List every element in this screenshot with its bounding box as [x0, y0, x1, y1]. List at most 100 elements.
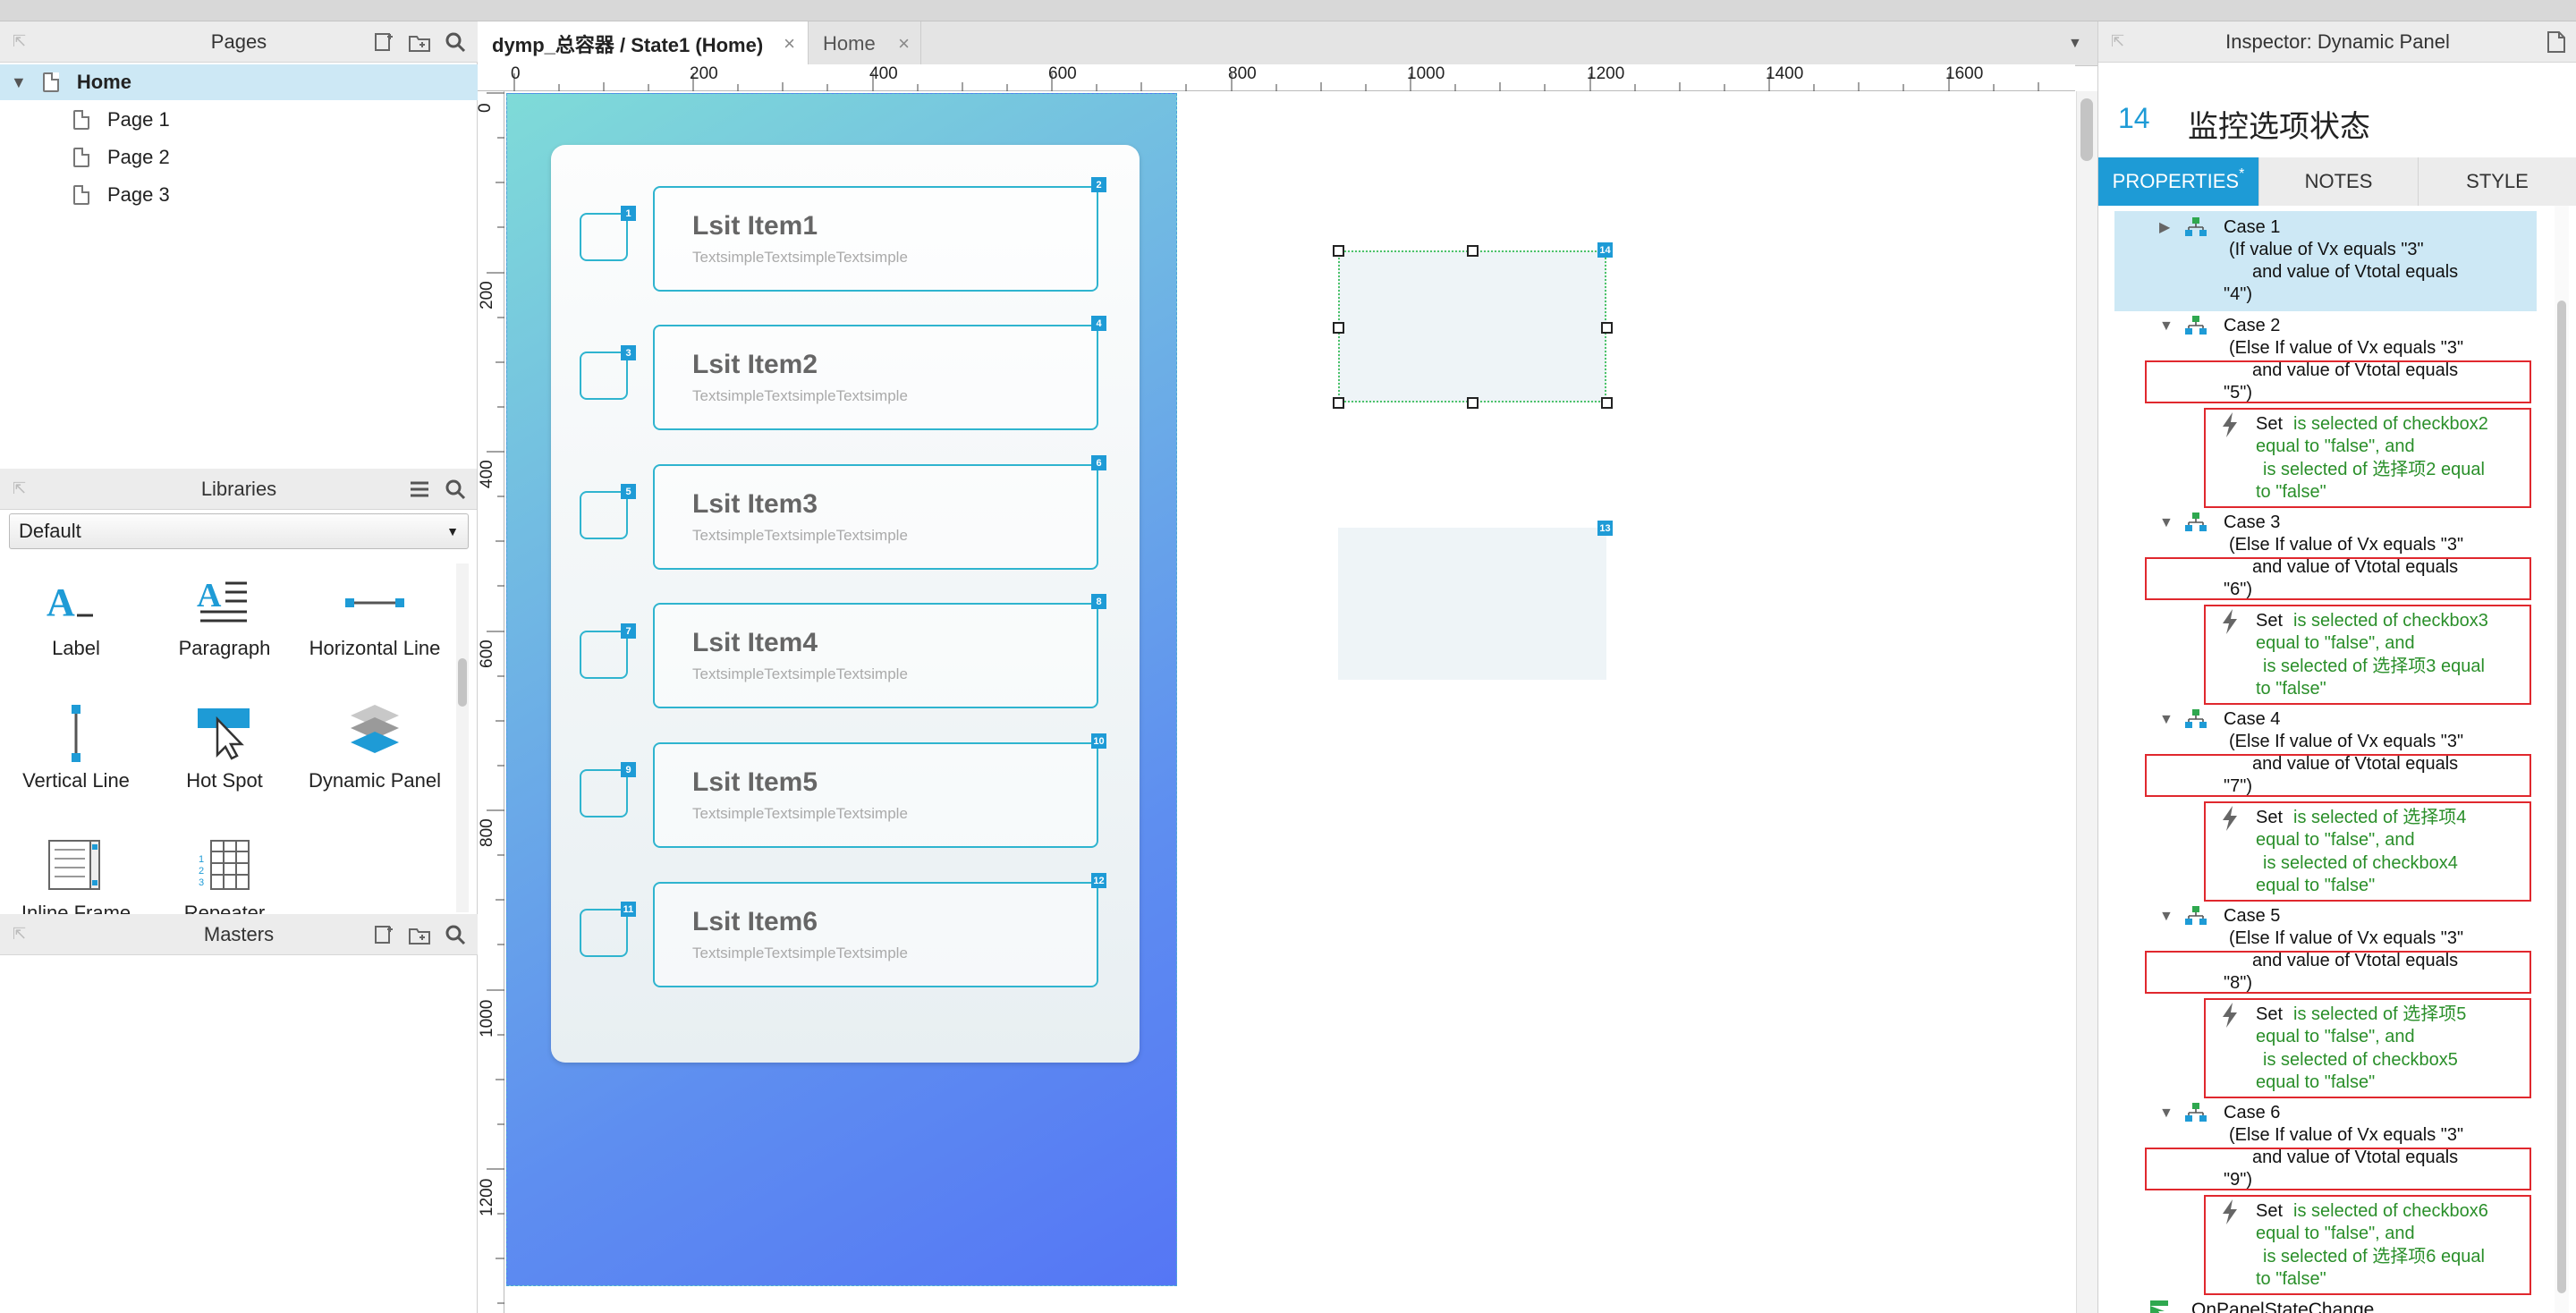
expand-triangle-icon[interactable]: ▼: [2159, 1105, 2174, 1122]
dynamic-panel[interactable]: [1338, 528, 1606, 680]
case-icon: [2185, 512, 2207, 531]
event-name[interactable]: OnPanelStateChange: [2191, 1299, 2374, 1313]
collapse-icon[interactable]: ⇱: [13, 480, 29, 496]
widget-badge: 5: [621, 484, 636, 499]
action-text: equal to "false": [2256, 1072, 2376, 1092]
library-widget-horizontal-line[interactable]: Horizontal Line: [299, 574, 451, 673]
list-item-subtitle: TextsimpleTextsimpleTextsimple: [692, 527, 908, 544]
tab-home[interactable]: Home ×: [809, 21, 921, 66]
widget-badge: 8: [1091, 594, 1106, 609]
svg-text:A: A: [197, 577, 222, 614]
selected-dynamic-panel[interactable]: [1338, 250, 1606, 402]
page-tree-item-page2[interactable]: Page 2: [73, 140, 170, 175]
resize-handle[interactable]: [1467, 245, 1479, 257]
widget-badge: 1: [621, 206, 636, 221]
libraries-scrollbar-thumb[interactable]: [458, 658, 467, 707]
page-tree-item-page3[interactable]: Page 3: [73, 177, 170, 213]
ruler-label: 1600: [1945, 64, 1984, 83]
library-widget-vertical-line[interactable]: Vertical Line: [0, 705, 152, 805]
page-tree-item-home[interactable]: ▼ Home: [0, 64, 478, 100]
library-widget-repeater[interactable]: 123 Repeater: [148, 839, 301, 914]
ruler-label: 200: [478, 281, 496, 309]
expand-triangle-icon[interactable]: ▼: [2159, 318, 2174, 335]
list-item[interactable]: Lsit Item3 TextsimpleTextsimpleTextsimpl…: [653, 464, 1098, 570]
ruler-label: 1000: [1407, 64, 1445, 83]
resize-handle[interactable]: [1601, 322, 1613, 334]
add-page-icon[interactable]: [372, 30, 395, 54]
library-widget-hot-spot[interactable]: Hot Spot: [148, 707, 301, 805]
tab-overflow-icon[interactable]: ▼: [2068, 36, 2082, 52]
libraries-scrollbar[interactable]: [456, 563, 469, 912]
inspector-scrollbar-thumb[interactable]: [2557, 301, 2566, 1293]
window-top-bar: [0, 0, 2576, 21]
editor-scrollbar-thumb[interactable]: [2080, 98, 2093, 161]
collapse-icon[interactable]: ⇱: [2111, 33, 2127, 49]
resize-handle[interactable]: [1601, 397, 1613, 409]
pages-panel: ⇱ Pages ▼ Home Page 1 Page 2 Page 3: [0, 21, 478, 469]
search-icon[interactable]: [444, 478, 467, 501]
resize-handle[interactable]: [1467, 397, 1479, 409]
page-icon: [73, 185, 89, 205]
tab-notes[interactable]: NOTES: [2259, 157, 2419, 206]
tab-properties[interactable]: PROPERTIES *: [2098, 157, 2259, 206]
list-item[interactable]: Lsit Item2 TextsimpleTextsimpleTextsimpl…: [653, 325, 1098, 430]
libraries-title: Libraries: [200, 477, 277, 500]
action-text: is selected of checkbox4: [2263, 853, 2458, 873]
widget-badge: 4: [1091, 316, 1106, 331]
collapse-icon[interactable]: ⇱: [13, 33, 29, 49]
horizontal-line-icon: [345, 598, 404, 607]
list-item-subtitle: TextsimpleTextsimpleTextsimple: [692, 945, 908, 961]
resize-handle[interactable]: [1333, 397, 1344, 409]
library-widget-inline-frame[interactable]: Inline Frame: [0, 839, 152, 914]
expand-triangle-icon[interactable]: ▶: [2159, 218, 2170, 236]
ruler-label: 800: [1228, 64, 1257, 83]
ruler-label: 200: [690, 64, 718, 83]
resize-handle[interactable]: [1333, 322, 1344, 334]
action-text: is selected of 选择项3 equal: [2263, 656, 2485, 676]
resize-handle[interactable]: [1333, 245, 1344, 257]
list-item[interactable]: Lsit Item1 TextsimpleTextsimpleTextsimpl…: [653, 186, 1098, 292]
search-icon[interactable]: [444, 30, 467, 54]
search-icon[interactable]: [444, 923, 467, 946]
library-widget-label[interactable]: A Label: [0, 574, 152, 673]
widget-name-field[interactable]: 监控选项状态: [2188, 102, 2370, 146]
list-item-subtitle: TextsimpleTextsimpleTextsimple: [692, 805, 908, 822]
library-widget-paragraph[interactable]: A Paragraph: [148, 574, 301, 673]
case-icon: [2185, 906, 2207, 925]
page-tree-item-page1[interactable]: Page 1: [73, 102, 170, 138]
close-icon[interactable]: ×: [784, 32, 795, 55]
editor-scrollbar[interactable]: [2076, 91, 2097, 1313]
widget-id: 14: [2118, 102, 2150, 134]
tab-style[interactable]: STYLE: [2419, 157, 2576, 206]
case-icon: [2185, 1103, 2207, 1122]
action-bolt-icon: [2223, 1199, 2237, 1224]
action-text: is selected of checkbox5: [2263, 1050, 2458, 1070]
page-icon: [42, 72, 59, 92]
expand-triangle-icon[interactable]: ▼: [2159, 515, 2174, 531]
action-text: to "false": [2256, 679, 2326, 699]
tab-state1[interactable]: dymp_总容器 / State1 (Home) ×: [478, 21, 809, 66]
case-tree: ▶ Case 1 (If value of Vx equals "3" and …: [2098, 206, 2576, 1313]
menu-icon[interactable]: [408, 478, 431, 501]
list-item[interactable]: Lsit Item5 TextsimpleTextsimpleTextsimpl…: [653, 742, 1098, 848]
page-notes-icon[interactable]: [2546, 30, 2566, 59]
collapse-icon[interactable]: ⇱: [13, 926, 29, 942]
tab-label: Home: [823, 32, 876, 55]
expand-triangle-icon[interactable]: ▼: [11, 73, 27, 92]
case-name: Case 5: [2224, 906, 2281, 926]
widget-badge: 10: [1091, 733, 1106, 749]
ruler-label: 0: [476, 103, 495, 113]
list-item[interactable]: Lsit Item6 TextsimpleTextsimpleTextsimpl…: [653, 882, 1098, 987]
close-icon[interactable]: ×: [898, 32, 910, 55]
add-folder-icon[interactable]: [408, 923, 431, 946]
library-widget-dynamic-panel[interactable]: Dynamic Panel: [299, 705, 451, 805]
add-folder-icon[interactable]: [408, 30, 431, 54]
case-name: Case 2: [2224, 316, 2281, 335]
add-master-icon[interactable]: [372, 923, 395, 946]
list-item[interactable]: Lsit Item4 TextsimpleTextsimpleTextsimpl…: [653, 603, 1098, 708]
library-select[interactable]: Default ▼: [9, 513, 469, 549]
horizontal-ruler: 0 200 400 600 800 1000 1200 1400 1600: [504, 64, 2075, 91]
expand-triangle-icon[interactable]: ▼: [2159, 712, 2174, 728]
expand-triangle-icon[interactable]: ▼: [2159, 909, 2174, 925]
ruler-label: 400: [869, 64, 898, 83]
